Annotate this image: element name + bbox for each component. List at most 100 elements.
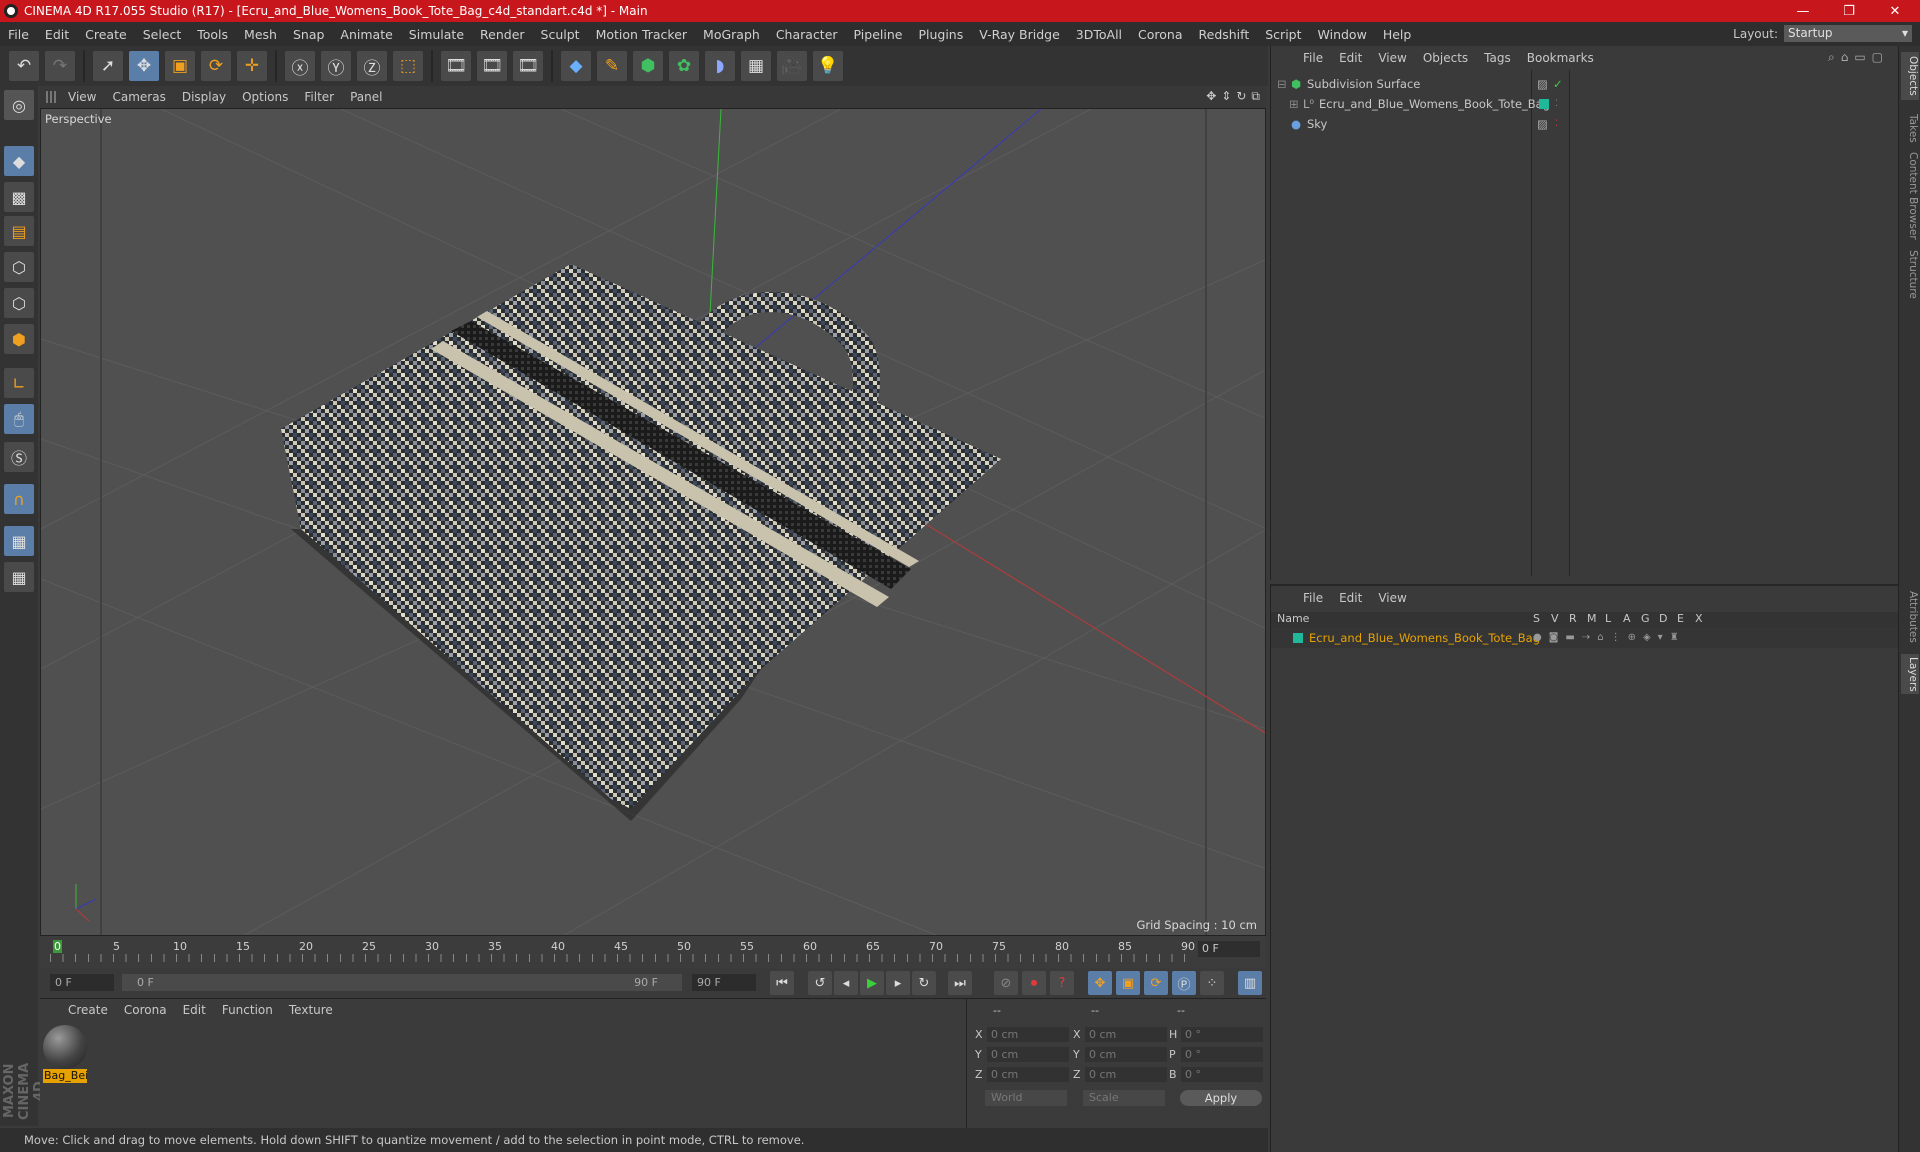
rotation-p-field[interactable]: 0 ° <box>1181 1047 1263 1062</box>
material-menu-edit[interactable]: Edit <box>175 1003 214 1017</box>
deformer-icon[interactable]: ◗ <box>705 51 735 81</box>
orbit-view-icon[interactable]: ↻ <box>1236 89 1246 104</box>
maximize-button[interactable]: ❐ <box>1826 0 1872 22</box>
object-row-sky[interactable]: ● Sky ▨ ⁚ <box>1271 114 1899 134</box>
rotate-tool-icon[interactable]: ⟳ <box>201 51 231 81</box>
scale-tool-icon[interactable]: ▣ <box>165 51 195 81</box>
rotation-b-field[interactable]: 0 ° <box>1181 1067 1263 1082</box>
zoom-view-icon[interactable]: ⇕ <box>1221 89 1231 104</box>
pen-spline-icon[interactable]: ✎ <box>597 51 627 81</box>
play-icon[interactable]: ▶ <box>860 971 884 995</box>
coordinate-space-dropdown[interactable]: World <box>985 1090 1067 1106</box>
x-axis-lock-icon[interactable]: ⓧ <box>285 51 315 81</box>
material-menu-corona[interactable]: Corona <box>116 1003 175 1017</box>
toggle-layout-icon[interactable]: ⧉ <box>1251 89 1260 104</box>
layout-dropdown[interactable]: Startup <box>1784 25 1912 42</box>
workplane-lock-icon[interactable]: ▦ <box>4 526 34 556</box>
key-parameter-icon[interactable]: Ⓟ <box>1172 971 1196 995</box>
menu-tools[interactable]: Tools <box>189 27 236 42</box>
next-frame-icon[interactable]: ▸ <box>886 971 910 995</box>
menu-corona[interactable]: Corona <box>1130 27 1190 42</box>
render-settings-icon[interactable]: 🎞 <box>513 51 543 81</box>
workplane-icon[interactable]: ▤ <box>4 216 34 246</box>
enabled-check-icon[interactable]: ✓ <box>1553 74 1563 94</box>
visibility-dots-icon[interactable]: ⁚ <box>1555 94 1558 114</box>
pan-view-icon[interactable]: ✥ <box>1206 89 1216 104</box>
move-tool-icon[interactable]: ✥ <box>129 51 159 81</box>
material-menu-create[interactable]: Create <box>60 1003 116 1017</box>
next-key-icon[interactable]: ↻ <box>912 971 936 995</box>
object-search-icon[interactable]: ⌕⌂▭▢ <box>1828 50 1889 65</box>
menu-simulate[interactable]: Simulate <box>401 27 472 42</box>
previous-frame-icon[interactable]: ◂ <box>834 971 858 995</box>
end-frame-field[interactable]: 90 F <box>692 974 756 991</box>
select-arrow-icon[interactable]: ➚ <box>93 51 123 81</box>
material-menu-texture[interactable]: Texture <box>281 1003 341 1017</box>
model-mode-icon[interactable]: ◆ <box>4 146 34 176</box>
viewport-menu-display[interactable]: Display <box>174 90 234 104</box>
render-view-icon[interactable]: 🎞 <box>441 51 471 81</box>
start-frame-field[interactable]: 0 F <box>50 974 114 991</box>
go-to-start-icon[interactable]: ⏮ <box>770 971 794 995</box>
menu-help[interactable]: Help <box>1375 27 1420 42</box>
layer-menu-edit[interactable]: Edit <box>1331 591 1370 605</box>
object-menu-tags[interactable]: Tags <box>1476 51 1519 65</box>
key-scale-icon[interactable]: ▣ <box>1116 971 1140 995</box>
layer-tag-icon[interactable]: ▨ <box>1537 74 1548 94</box>
menu-file[interactable]: File <box>0 27 37 42</box>
viewport-menu-options[interactable]: Options <box>234 90 296 104</box>
light-icon[interactable]: 💡 <box>813 51 843 81</box>
object-menu-edit[interactable]: Edit <box>1331 51 1370 65</box>
layer-toggle-icons[interactable]: ●◙▬⇢⌂⋮⊕◈▾♜ <box>1533 628 1686 648</box>
current-frame-field[interactable]: 0 F <box>1198 941 1260 957</box>
key-pla-icon[interactable]: ⁘ <box>1200 971 1224 995</box>
key-position-icon[interactable]: ✥ <box>1088 971 1112 995</box>
rotation-h-field[interactable]: 0 ° <box>1181 1027 1263 1042</box>
menu-render[interactable]: Render <box>472 27 533 42</box>
tab-structure[interactable]: Structure <box>1901 246 1919 302</box>
floor-scene-icon[interactable]: ▦ <box>741 51 771 81</box>
tweak-mode-icon[interactable]: 🖱 <box>4 404 34 434</box>
menu-character[interactable]: Character <box>768 27 846 42</box>
points-mode-icon[interactable]: ⬡ <box>4 252 34 282</box>
position-z-field[interactable]: 0 cm <box>987 1067 1069 1082</box>
position-x-field[interactable]: 0 cm <box>987 1027 1069 1042</box>
edges-mode-icon[interactable]: ⬡ <box>4 288 34 318</box>
magnet-icon[interactable]: ∩ <box>4 484 34 514</box>
layer-menu-view[interactable]: View <box>1370 591 1414 605</box>
menu-script[interactable]: Script <box>1257 27 1309 42</box>
z-axis-lock-icon[interactable]: Ⓩ <box>357 51 387 81</box>
layer-color-icon[interactable] <box>1539 99 1549 109</box>
menu-create[interactable]: Create <box>77 27 135 42</box>
timeline-ruler[interactable]: 0 5 10 15 20 25 30 35 40 45 50 55 60 65 … <box>40 936 1266 968</box>
size-z-field[interactable]: 0 cm <box>1085 1067 1167 1082</box>
menu-pipeline[interactable]: Pipeline <box>846 27 911 42</box>
layer-tag-icon[interactable]: ▨ <box>1537 114 1548 134</box>
previous-key-icon[interactable]: ↺ <box>808 971 832 995</box>
snap-icon[interactable]: Ⓢ <box>4 442 34 472</box>
menu-sculpt[interactable]: Sculpt <box>533 27 588 42</box>
size-mode-dropdown[interactable]: Scale <box>1083 1090 1165 1106</box>
viewport-menu-panel[interactable]: Panel <box>342 90 390 104</box>
y-axis-lock-icon[interactable]: Ⓨ <box>321 51 351 81</box>
menu-edit[interactable]: Edit <box>37 27 77 42</box>
close-button[interactable]: ✕ <box>1872 0 1918 22</box>
polygons-mode-icon[interactable]: ⬢ <box>4 324 34 354</box>
tab-content-browser[interactable]: Content Browser <box>1901 152 1919 240</box>
viewport-menu-view[interactable]: View <box>60 90 104 104</box>
menu-motion-tracker[interactable]: Motion Tracker <box>588 27 695 42</box>
material-menu-function[interactable]: Function <box>214 1003 281 1017</box>
timeline-window-icon[interactable]: ▥ <box>1238 971 1262 995</box>
tab-objects[interactable]: Objects <box>1901 52 1919 100</box>
make-editable-icon[interactable]: ◎ <box>4 90 34 120</box>
size-y-field[interactable]: 0 cm <box>1085 1047 1167 1062</box>
last-tool-icon[interactable]: ✛ <box>237 51 267 81</box>
grid-snap-icon[interactable]: ▦ <box>4 562 34 592</box>
range-slider[interactable]: 0 F 90 F <box>122 974 682 991</box>
keyframe-selection-icon[interactable]: ? <box>1050 971 1074 995</box>
menu-vray-bridge[interactable]: V-Ray Bridge <box>971 27 1068 42</box>
tab-layers[interactable]: Layers <box>1901 654 1919 694</box>
object-menu-file[interactable]: File <box>1295 51 1331 65</box>
subdivision-surface-icon[interactable]: ⬢ <box>633 51 663 81</box>
mograph-cloner-icon[interactable]: ✿ <box>669 51 699 81</box>
